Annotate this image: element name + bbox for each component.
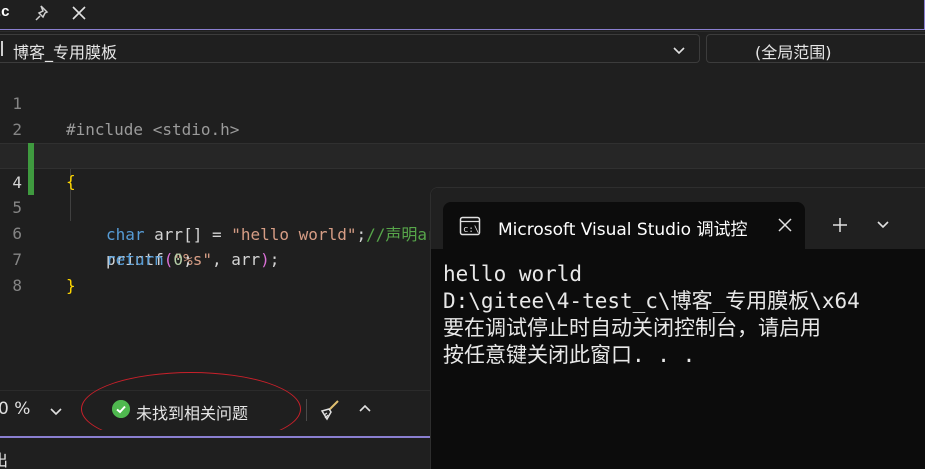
terminal-tab-title: Microsoft Visual Studio 调试控 [498,220,748,240]
code-line[interactable]: 2 int main() [0,91,925,165]
output-tab-label[interactable]: 出 [0,447,8,469]
chevron-down-icon[interactable] [671,42,687,58]
code-line[interactable]: 3 { [0,117,925,191]
broom-icon[interactable] [318,399,342,421]
divider [306,399,307,421]
close-icon[interactable] [69,3,89,23]
change-indicator [28,169,34,195]
terminal-line: D:\gitee\4-test_c\博客_专用膜板\x64 [443,289,860,313]
svg-text:c:\: c:\ [463,225,479,235]
scope-dropdown[interactable]: (全局范围) [706,34,925,63]
zoom-level[interactable]: 0 % [0,399,30,419]
code-text: } [66,276,76,295]
active-tab[interactable]: t.c [0,0,925,30]
project-label: 博客_专用膜板 [13,43,118,62]
output-panel-header: 出 [0,430,430,469]
terminal-titlebar: c:\ Microsoft Visual Studio 调试控 [431,188,925,249]
console-icon: c:\ [459,216,481,236]
pin-icon[interactable] [34,4,52,22]
chevron-down-icon[interactable] [48,403,64,419]
terminal-line: 按任意键关闭此窗口. . . [443,343,696,367]
chevron-down-icon[interactable] [875,218,891,232]
plus-icon[interactable] [831,216,849,234]
debug-console-window[interactable]: c:\ Microsoft Visual Studio 调试控 hello wo… [430,187,925,469]
navigation-bar: 博客_专用膜板 (全局范围) [0,31,925,65]
scope-label: (全局范围) [755,43,832,62]
change-indicator [28,143,34,169]
project-dropdown[interactable]: 博客_专用膜板 [0,34,700,63]
close-icon[interactable] [777,217,793,233]
panel-divider [0,436,430,438]
terminal-line: 要在调试停止时自动关闭控制台，请启用 [443,316,821,340]
terminal-output: hello world D:\gitee\4-test_c\博客_专用膜板\x6… [443,261,925,369]
terminal-line: hello world [443,262,583,286]
line-number: 8 [12,276,22,295]
tab-strip: t.c [0,0,925,30]
chevron-up-icon[interactable] [357,401,373,417]
tab-file-name[interactable]: t.c [0,3,10,20]
code-line-current[interactable]: 4 char arr[] = "hello world";//声明arr [0,143,925,244]
project-icon [1,41,3,56]
terminal-tab[interactable]: c:\ Microsoft Visual Studio 调试控 [443,202,805,249]
code-line[interactable]: 1 #include <stdio.h> [0,65,925,139]
